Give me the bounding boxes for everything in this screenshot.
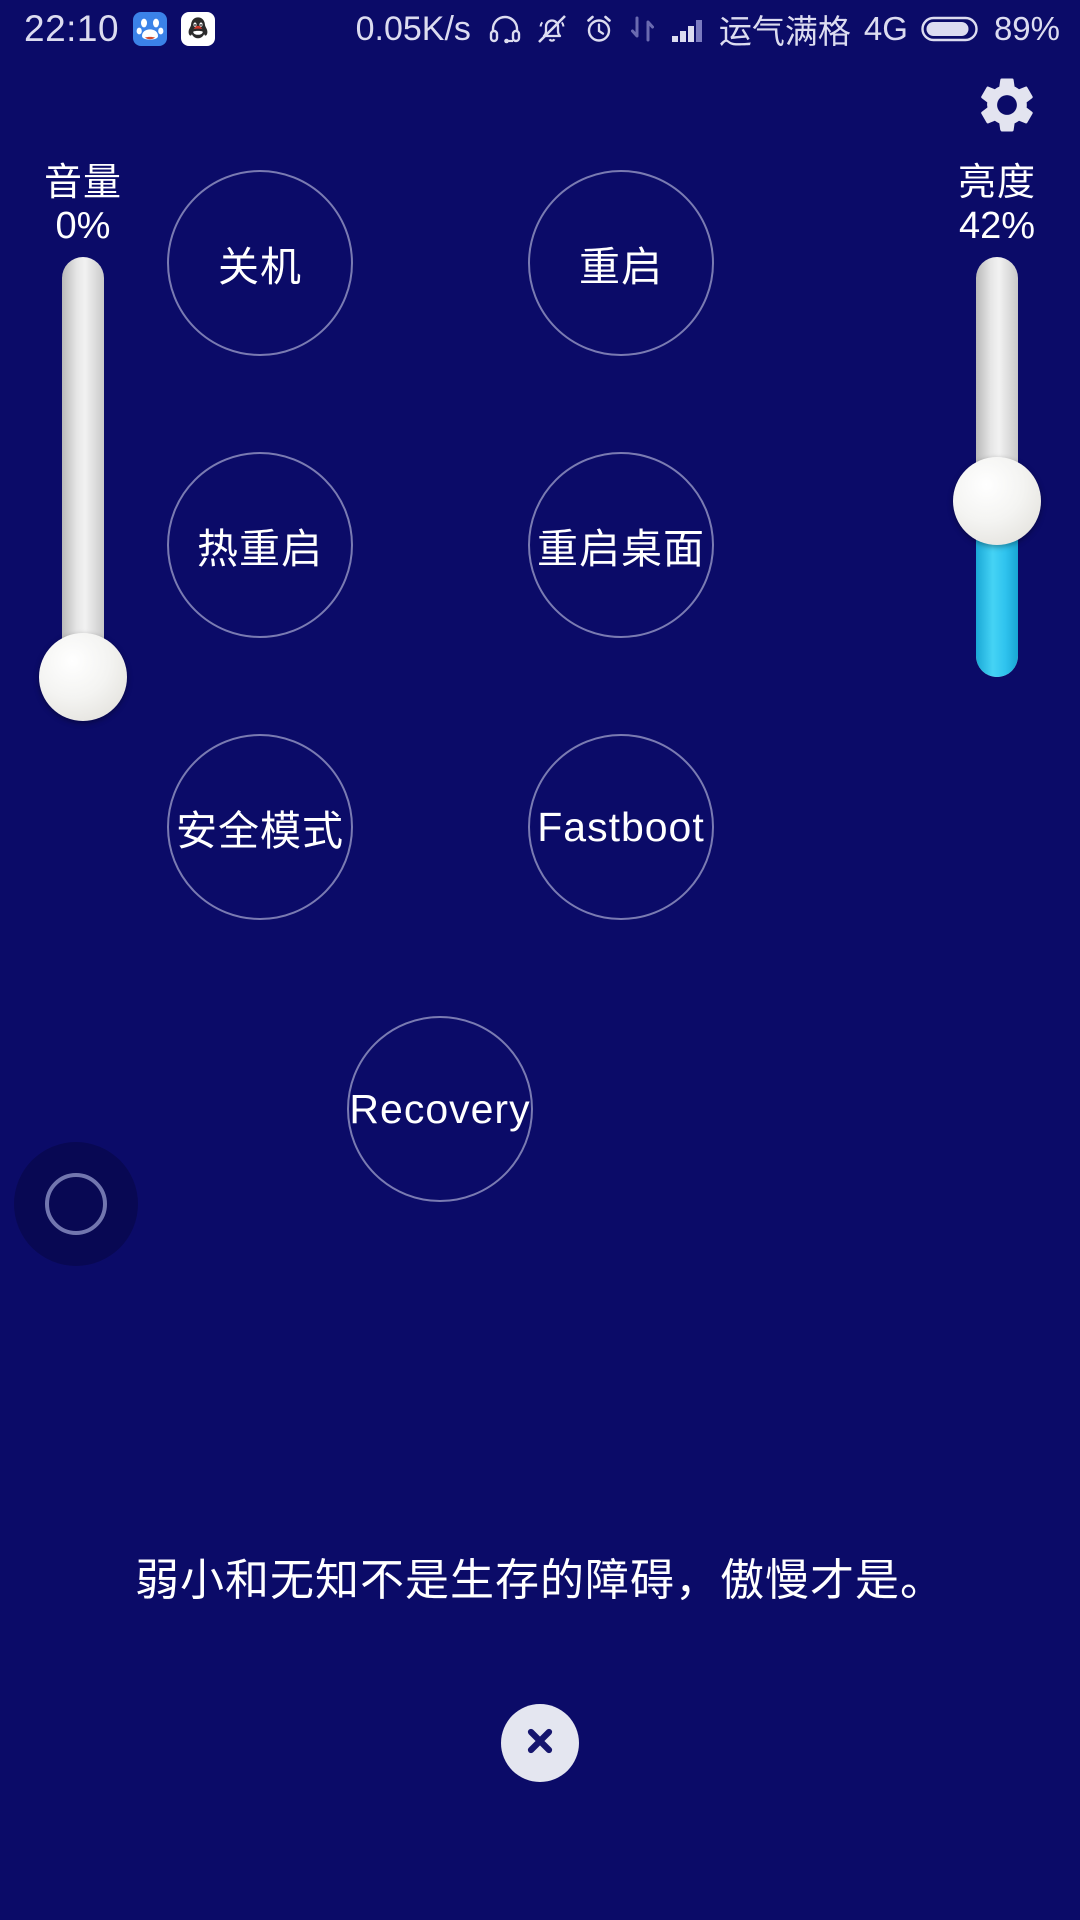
floating-assistive-ball[interactable] — [14, 1142, 138, 1266]
status-bar: 22:10 0.05K/s 运气满格 4G 89% — [0, 0, 1080, 58]
action-label: 重启桌面 — [537, 526, 705, 572]
carrier-name: 运气满格 — [718, 13, 851, 50]
close-icon — [517, 1718, 563, 1769]
action-label: Recovery — [349, 1085, 531, 1132]
action-button-restart-launcher[interactable]: 重启桌面 — [528, 452, 714, 638]
power-menu-screen: 22:10 0.05K/s 运气满格 4G 89% 音量 0% 亮度 42% 关… — [0, 0, 1080, 1920]
signal-bars-icon — [670, 12, 706, 46]
close-button[interactable] — [501, 1704, 579, 1782]
status-time: 22:10 — [24, 8, 120, 49]
qq-app-icon — [181, 12, 216, 46]
status-bar-left: 22:10 — [0, 8, 216, 50]
settings-button[interactable] — [962, 62, 1052, 152]
volume-slider[interactable]: 音量 0% — [8, 162, 158, 722]
bell-muted-icon — [535, 12, 569, 46]
network-type: 4G — [863, 10, 908, 47]
action-label: Fastboot — [537, 803, 705, 850]
data-transfer-icon — [629, 12, 657, 46]
headphone-icon — [488, 12, 522, 46]
floating-ball-ring-icon — [45, 1173, 107, 1235]
volume-value: 0% — [55, 204, 111, 247]
baidu-app-icon — [133, 12, 168, 46]
action-button-hot-reboot[interactable]: 热重启 — [167, 452, 353, 638]
status-bar-right: 0.05K/s 运气满格 4G 89% — [356, 5, 1080, 53]
action-button-safe-mode[interactable]: 安全模式 — [167, 734, 353, 920]
battery-icon — [921, 13, 981, 45]
action-button-fastboot[interactable]: Fastboot — [528, 734, 714, 920]
action-label: 热重启 — [197, 526, 323, 572]
brightness-thumb[interactable] — [953, 457, 1041, 546]
brightness-slider[interactable]: 亮度 42% — [922, 162, 1072, 678]
action-button-power-off[interactable]: 关机 — [167, 170, 353, 356]
quote-text: 弱小和无知不是生存的障碍，傲慢才是。 — [135, 1556, 945, 1605]
action-label: 重启 — [579, 244, 663, 290]
action-button-recovery[interactable]: Recovery — [347, 1016, 533, 1202]
battery-percent: 89% — [993, 10, 1060, 47]
brightness-value: 42% — [958, 204, 1036, 247]
volume-label: 音量 — [43, 162, 122, 204]
action-button-reboot[interactable]: 重启 — [528, 170, 714, 356]
volume-thumb[interactable] — [39, 633, 127, 722]
gear-icon — [974, 72, 1040, 143]
volume-track[interactable] — [62, 257, 104, 678]
alarm-clock-icon — [582, 12, 616, 46]
network-speed: 0.05K/s — [355, 9, 471, 48]
action-label: 关机 — [218, 244, 302, 290]
brightness-label: 亮度 — [957, 162, 1036, 204]
action-label: 安全模式 — [176, 808, 344, 854]
